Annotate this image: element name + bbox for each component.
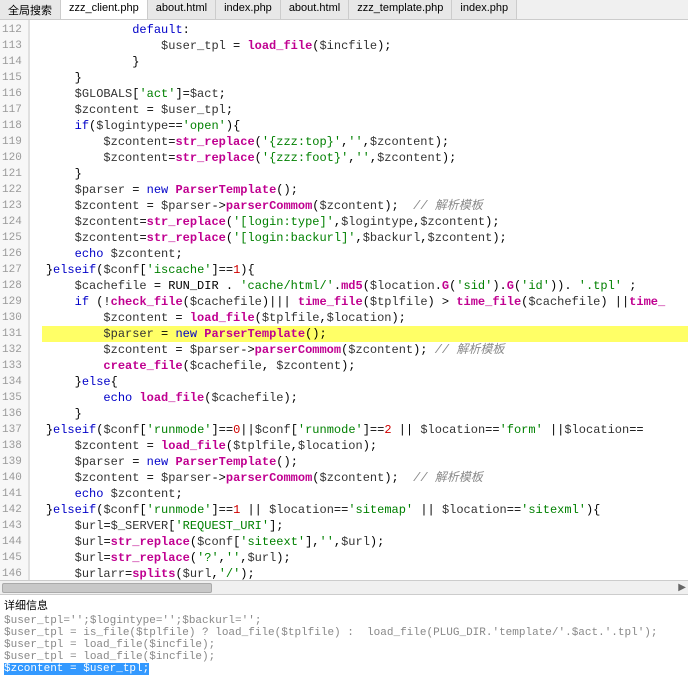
line-number: 119 bbox=[2, 134, 22, 150]
line-number: 116 bbox=[2, 86, 22, 102]
code-line[interactable]: } bbox=[46, 166, 688, 182]
line-number: 113 bbox=[2, 38, 22, 54]
code-line[interactable]: $parser = new ParserTemplate(); bbox=[42, 326, 688, 342]
line-number: 133 bbox=[2, 358, 22, 374]
line-number: 141 bbox=[2, 486, 22, 502]
line-number: 128 bbox=[2, 278, 22, 294]
line-number: 144 bbox=[2, 534, 22, 550]
line-number: 131 bbox=[2, 326, 22, 342]
code-line[interactable]: $zcontent = $parser->parserCommom($zcont… bbox=[46, 470, 688, 486]
fold-gutter bbox=[30, 20, 42, 580]
tab-about-html[interactable]: about.html bbox=[148, 0, 216, 19]
code-line[interactable]: if($logintype=='open'){ bbox=[46, 118, 688, 134]
code-line[interactable]: $zcontent = load_file($tplfile,$location… bbox=[46, 310, 688, 326]
line-number: 136 bbox=[2, 406, 22, 422]
line-number: 114 bbox=[2, 54, 22, 70]
line-number: 115 bbox=[2, 70, 22, 86]
line-number: 124 bbox=[2, 214, 22, 230]
tab-bar: 全局搜索zzz_client.phpabout.htmlindex.phpabo… bbox=[0, 0, 688, 20]
code-line[interactable]: } bbox=[46, 70, 688, 86]
code-line[interactable]: $zcontent=str_replace('[login:type]',$lo… bbox=[46, 214, 688, 230]
tab-zzz_template-php[interactable]: zzz_template.php bbox=[349, 0, 452, 19]
line-number: 132 bbox=[2, 342, 22, 358]
line-number: 135 bbox=[2, 390, 22, 406]
line-number: 127 bbox=[2, 262, 22, 278]
line-number: 143 bbox=[2, 518, 22, 534]
line-number: 130 bbox=[2, 310, 22, 326]
code-line[interactable]: echo load_file($cachefile); bbox=[46, 390, 688, 406]
horizontal-scrollbar[interactable]: ▶ bbox=[0, 580, 688, 594]
code-line[interactable]: $url=str_replace($conf['siteext'],'',$ur… bbox=[46, 534, 688, 550]
code-line[interactable]: $url=str_replace('?','',$url); bbox=[46, 550, 688, 566]
tab--[interactable]: 全局搜索 bbox=[0, 0, 61, 19]
line-number: 145 bbox=[2, 550, 22, 566]
code-line[interactable]: create_file($cachefile, $zcontent); bbox=[46, 358, 688, 374]
code-line[interactable]: }elseif($conf['runmode']==1 || $location… bbox=[46, 502, 688, 518]
code-line[interactable]: default: bbox=[46, 22, 688, 38]
line-number: 123 bbox=[2, 198, 22, 214]
line-number: 125 bbox=[2, 230, 22, 246]
code-line[interactable]: $urlarr=splits($url,'/'); bbox=[46, 566, 688, 580]
tab-zzz_client-php[interactable]: zzz_client.php bbox=[61, 0, 148, 19]
details-panel: 详细信息 $user_tpl='';$logintype='';$backurl… bbox=[0, 594, 688, 677]
line-number: 117 bbox=[2, 102, 22, 118]
line-number: 126 bbox=[2, 246, 22, 262]
code-line[interactable]: echo $zcontent; bbox=[46, 486, 688, 502]
code-line[interactable]: $cachefile = RUN_DIR . 'cache/html/'.md5… bbox=[46, 278, 688, 294]
code-editor[interactable]: 1121131141151161171181191201211221231241… bbox=[0, 20, 688, 580]
line-number: 122 bbox=[2, 182, 22, 198]
code-line[interactable]: echo $zcontent; bbox=[46, 246, 688, 262]
code-line[interactable]: $zcontent = $parser->parserCommom($zcont… bbox=[46, 342, 688, 358]
code-line[interactable]: }elseif($conf['iscache']==1){ bbox=[46, 262, 688, 278]
line-number: 140 bbox=[2, 470, 22, 486]
code-line[interactable]: $zcontent=str_replace('{zzz:foot}','',$z… bbox=[46, 150, 688, 166]
details-selected-line[interactable]: $zcontent = $user_tpl; bbox=[4, 663, 149, 675]
line-number: 118 bbox=[2, 118, 22, 134]
scrollbar-thumb[interactable] bbox=[2, 583, 212, 593]
line-number: 139 bbox=[2, 454, 22, 470]
line-number: 138 bbox=[2, 438, 22, 454]
line-number: 129 bbox=[2, 294, 22, 310]
code-line[interactable]: } bbox=[46, 406, 688, 422]
code-line[interactable]: $zcontent = $parser->parserCommom($zcont… bbox=[46, 198, 688, 214]
code-line[interactable]: if (!check_file($cachefile)||| time_file… bbox=[46, 294, 688, 310]
code-line[interactable]: $user_tpl = load_file($incfile); bbox=[46, 38, 688, 54]
code-line[interactable]: $zcontent=str_replace('{zzz:top}','',$zc… bbox=[46, 134, 688, 150]
details-body: $user_tpl='';$logintype='';$backurl=''; … bbox=[4, 615, 684, 675]
line-number: 137 bbox=[2, 422, 22, 438]
code-line[interactable]: $zcontent=str_replace('[login:backurl]',… bbox=[46, 230, 688, 246]
details-title: 详细信息 bbox=[4, 597, 684, 613]
line-number: 134 bbox=[2, 374, 22, 390]
code-line[interactable]: $parser = new ParserTemplate(); bbox=[46, 454, 688, 470]
line-number-gutter: 1121131141151161171181191201211221231241… bbox=[0, 20, 30, 580]
line-number: 120 bbox=[2, 150, 22, 166]
tab-about-html[interactable]: about.html bbox=[281, 0, 349, 19]
line-number: 112 bbox=[2, 22, 22, 38]
tab-index-php[interactable]: index.php bbox=[216, 0, 281, 19]
code-line[interactable]: } bbox=[46, 54, 688, 70]
code-line[interactable]: }elseif($conf['runmode']==0||$conf['runm… bbox=[46, 422, 688, 438]
line-number: 142 bbox=[2, 502, 22, 518]
code-line[interactable]: $zcontent = $user_tpl; bbox=[46, 102, 688, 118]
code-area[interactable]: default: $user_tpl = load_file($incfile)… bbox=[42, 20, 688, 580]
line-number: 146 bbox=[2, 566, 22, 580]
code-line[interactable]: $GLOBALS['act']=$act; bbox=[46, 86, 688, 102]
code-line[interactable]: $parser = new ParserTemplate(); bbox=[46, 182, 688, 198]
scroll-right-arrow[interactable]: ▶ bbox=[678, 582, 686, 594]
code-line[interactable]: $zcontent = load_file($tplfile,$location… bbox=[46, 438, 688, 454]
tab-index-php[interactable]: index.php bbox=[452, 0, 517, 19]
line-number: 121 bbox=[2, 166, 22, 182]
code-line[interactable]: }else{ bbox=[46, 374, 688, 390]
code-line[interactable]: $url=$_SERVER['REQUEST_URI']; bbox=[46, 518, 688, 534]
